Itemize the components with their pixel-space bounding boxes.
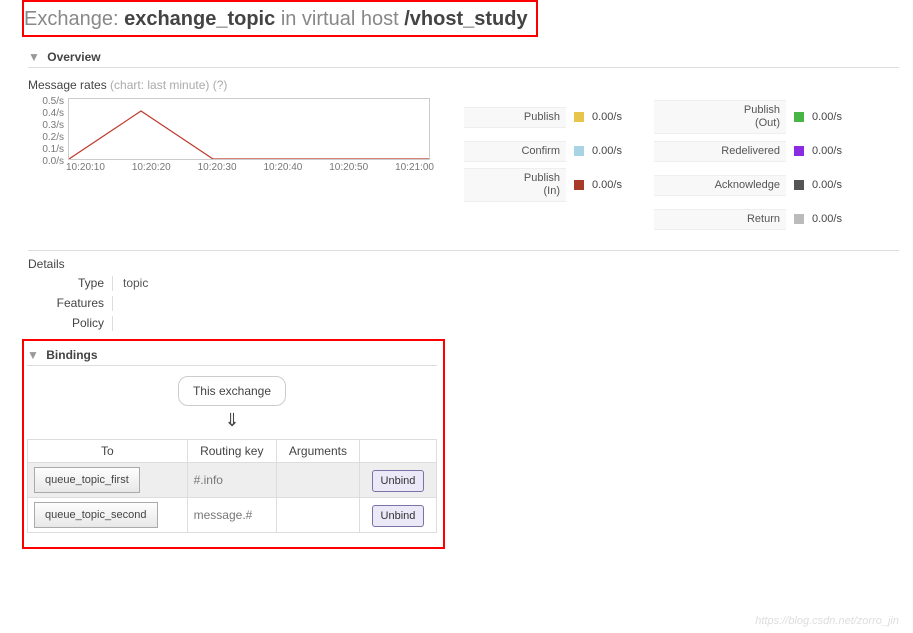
- rate-row: Publish (In) 0.00/s: [464, 168, 634, 202]
- color-swatch: [574, 146, 584, 156]
- bindings-table: ToRouting keyArguments queue_topic_first…: [27, 439, 437, 533]
- watermark: https://blog.csdn.net/zorro_jin: [755, 615, 899, 627]
- title-highlight: Exchange: exchange_topic in virtual host…: [22, 0, 538, 37]
- overview-label: Overview: [47, 50, 100, 64]
- detail-row: Typetopic: [28, 276, 899, 291]
- detail-row: Policy: [28, 316, 899, 331]
- overview-header[interactable]: ▼ Overview: [28, 46, 899, 68]
- queue-link[interactable]: queue_topic_first: [34, 467, 140, 493]
- rate-value: 0.00/s: [592, 145, 622, 157]
- rate-row: Confirm 0.00/s: [464, 134, 634, 168]
- color-swatch: [574, 180, 584, 190]
- details-heading: Details: [28, 250, 899, 271]
- table-header: To: [28, 440, 188, 463]
- bindings-highlight: ▼ Bindings This exchange ⇓ ToRouting key…: [22, 339, 445, 549]
- color-swatch: [794, 112, 804, 122]
- table-row: queue_topic_second message.# Unbind: [28, 498, 437, 533]
- arrow-down-icon: ⇓: [27, 410, 437, 431]
- rate-value: 0.00/s: [812, 179, 842, 191]
- rate-row: Redelivered 0.00/s: [654, 134, 884, 168]
- detail-key: Policy: [28, 316, 112, 331]
- rate-value: 0.00/s: [812, 111, 842, 123]
- rate-value: 0.00/s: [812, 145, 842, 157]
- collapse-icon: ▼: [27, 348, 39, 362]
- rate-value: 0.00/s: [592, 111, 622, 123]
- detail-key: Features: [28, 296, 112, 311]
- detail-value: [112, 316, 123, 331]
- bindings-header[interactable]: ▼ Bindings: [27, 344, 437, 366]
- color-swatch: [794, 180, 804, 190]
- rate-value: 0.00/s: [812, 213, 842, 225]
- this-exchange-node: This exchange: [27, 376, 437, 406]
- rate-label: Return: [654, 209, 786, 230]
- unbind-button[interactable]: Unbind: [372, 505, 425, 527]
- rate-row: Return 0.00/s: [654, 202, 884, 236]
- table-row: queue_topic_first #.info Unbind: [28, 463, 437, 498]
- table-header: [359, 440, 436, 463]
- bindings-label: Bindings: [46, 348, 97, 362]
- rate-value: 0.00/s: [592, 179, 622, 191]
- message-rates-label: Message rates (chart: last minute) (?): [28, 78, 899, 92]
- vhost-name: /vhost_study: [404, 8, 527, 30]
- rate-label: Acknowledge: [654, 175, 786, 196]
- unbind-button[interactable]: Unbind: [372, 470, 425, 492]
- rate-row: Acknowledge 0.00/s: [654, 168, 884, 202]
- routing-key: message.#: [187, 498, 276, 533]
- arguments-cell: [276, 463, 359, 498]
- table-header: Routing key: [187, 440, 276, 463]
- collapse-icon: ▼: [28, 50, 40, 64]
- detail-value: topic: [112, 276, 148, 291]
- table-header: Arguments: [276, 440, 359, 463]
- arguments-cell: [276, 498, 359, 533]
- rate-label: Publish (Out): [654, 100, 786, 134]
- rate-legend: Publish 0.00/s Confirm 0.00/s Publish (In) 0.…: [464, 100, 884, 236]
- rate-label: Publish: [464, 107, 566, 128]
- color-swatch: [574, 112, 584, 122]
- exchange-name: exchange_topic: [124, 8, 275, 30]
- detail-value: [112, 296, 123, 311]
- rate-label: Redelivered: [654, 141, 786, 162]
- color-swatch: [794, 214, 804, 224]
- chart-svg: [69, 99, 429, 159]
- rate-row: Publish (Out) 0.00/s: [654, 100, 884, 134]
- rate-label: Confirm: [464, 141, 566, 162]
- color-swatch: [794, 146, 804, 156]
- rate-row: Publish 0.00/s: [464, 100, 634, 134]
- detail-row: Features: [28, 296, 899, 311]
- rate-label: Publish (In): [464, 168, 566, 202]
- routing-key: #.info: [187, 463, 276, 498]
- detail-key: Type: [28, 276, 112, 291]
- queue-link[interactable]: queue_topic_second: [34, 502, 158, 528]
- message-rates-chart: 0.5/s0.4/s0.3/s0.2/s0.1/s0.0/s 10:20:101…: [28, 96, 436, 178]
- page-title: Exchange: exchange_topic in virtual host…: [24, 8, 528, 31]
